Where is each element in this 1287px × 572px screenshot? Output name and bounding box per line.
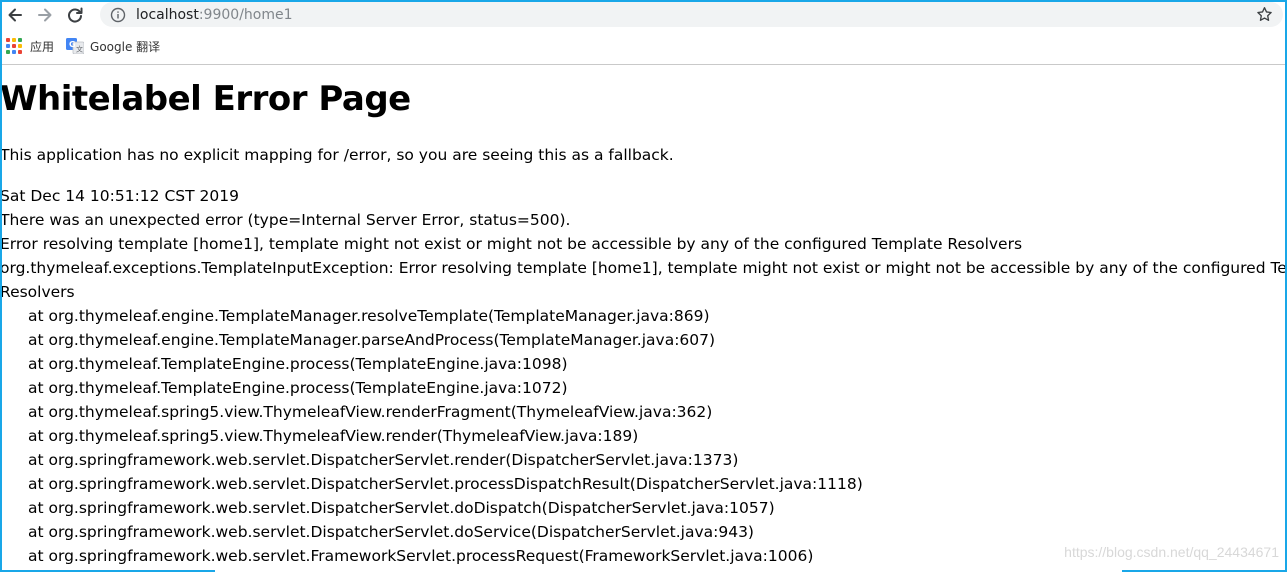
forward-arrow-icon	[38, 8, 52, 22]
exception-line: org.thymeleaf.exceptions.TemplateInputEx…	[0, 259, 1287, 277]
error-message: Error resolving template [home1], templa…	[0, 235, 1023, 253]
page-title: Whitelabel Error Page	[0, 79, 411, 119]
stack-trace-line: at org.springframework.web.servlet.Dispa…	[28, 475, 863, 493]
stack-trace-line: at org.springframework.web.servlet.Dispa…	[28, 499, 775, 517]
stack-trace-line: at org.thymeleaf.spring5.view.ThymeleafV…	[28, 403, 713, 421]
stack-trace-line: at org.thymeleaf.engine.TemplateManager.…	[28, 331, 716, 349]
stack-trace-line: at org.springframework.web.servlet.Dispa…	[28, 451, 739, 469]
reload-button[interactable]	[60, 0, 90, 30]
url-path: :9900/home1	[198, 6, 293, 23]
bookmark-google-translate[interactable]: G 文 Google 翻译	[64, 34, 166, 58]
stack-trace-line: at org.springframework.web.servlet.Dispa…	[28, 523, 754, 541]
svg-text:G: G	[69, 40, 76, 49]
bookmark-apps[interactable]: 应用	[4, 34, 60, 58]
info-icon[interactable]	[110, 7, 126, 23]
back-button[interactable]	[0, 0, 30, 30]
toolbar-divider	[0, 64, 1287, 65]
address-bar[interactable]: localhost:9900/home1	[100, 2, 1283, 27]
apps-grid-icon	[6, 38, 22, 54]
fallback-message: This application has no explicit mapping…	[0, 146, 674, 164]
error-details: Sat Dec 14 10:51:12 CST 2019 There was a…	[0, 184, 1287, 568]
stack-trace-line: at org.thymeleaf.TemplateEngine.process(…	[28, 379, 568, 397]
stack-trace-line: at org.thymeleaf.engine.TemplateManager.…	[28, 307, 710, 325]
stack-trace-line: at org.thymeleaf.TemplateEngine.process(…	[28, 355, 568, 373]
reload-icon	[68, 7, 83, 23]
bookmark-star-icon[interactable]	[1256, 6, 1273, 23]
error-type: There was an unexpected error (type=Inte…	[0, 211, 571, 229]
bookmark-label: Google 翻译	[90, 39, 161, 54]
url-host: localhost	[136, 6, 199, 23]
svg-text:文: 文	[76, 45, 83, 54]
error-timestamp: Sat Dec 14 10:51:12 CST 2019	[0, 187, 239, 205]
forward-button[interactable]	[30, 0, 60, 30]
page-content: Whitelabel Error Page This application h…	[0, 66, 1287, 572]
back-arrow-icon	[8, 8, 22, 22]
bookmark-label: 应用	[30, 39, 55, 54]
watermark: https://blog.csdn.net/qq_24434671	[1064, 544, 1279, 560]
browser-toolbar: localhost:9900/home1	[0, 0, 1287, 30]
stack-trace-line: at org.thymeleaf.spring5.view.ThymeleafV…	[28, 427, 639, 445]
exception-line: Resolvers	[0, 283, 75, 301]
google-translate-icon: G 文	[66, 38, 85, 54]
bookmarks-bar: 应用 G 文 Google 翻译	[0, 33, 1287, 59]
